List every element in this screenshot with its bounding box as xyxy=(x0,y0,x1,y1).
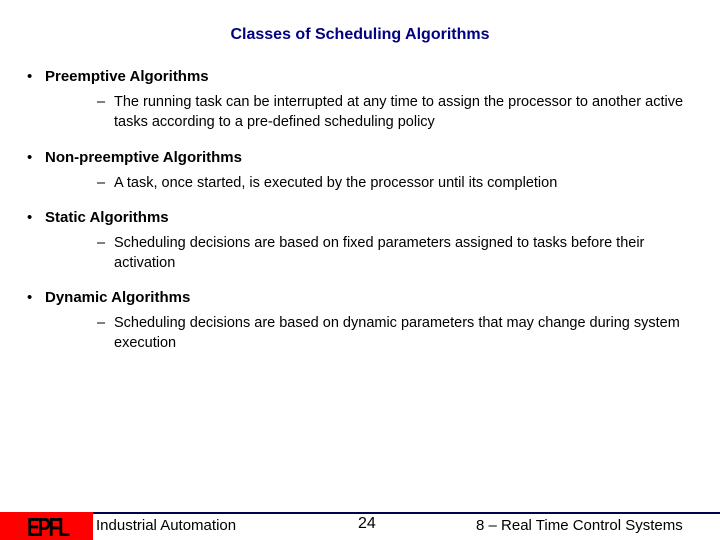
footer-chapter: 8 – Real Time Control Systems xyxy=(476,517,683,534)
dash-icon: – xyxy=(97,235,106,251)
dash-icon: – xyxy=(97,94,106,110)
sub-item: – Scheduling decisions are based on dyna… xyxy=(97,313,697,353)
sub-item: – A task, once started, is executed by t… xyxy=(97,173,707,193)
sub-item-text: Scheduling decisions are based on dynami… xyxy=(114,315,680,351)
sub-item: – Scheduling decisions are based on fixe… xyxy=(97,233,687,273)
logo-text: EPFL xyxy=(27,512,70,540)
sub-item-text: The running task can be interrupted at a… xyxy=(114,94,684,130)
dash-icon: – xyxy=(97,175,106,191)
bullet-heading: Preemptive Algorithms xyxy=(45,68,209,85)
sub-item-text: Scheduling decisions are based on fixed … xyxy=(114,235,645,271)
bullet-icon: • xyxy=(27,149,33,166)
sub-item-text: A task, once started, is executed by the… xyxy=(114,175,558,191)
footer-course: Industrial Automation xyxy=(96,517,237,534)
sub-item: – The running task can be interrupted at… xyxy=(97,92,707,132)
bullet-heading: Non-preemptive Algorithms xyxy=(45,149,242,166)
dash-icon: – xyxy=(97,315,106,331)
bullet-preemptive: • Preemptive Algorithms xyxy=(27,68,209,85)
bullet-icon: • xyxy=(27,209,33,226)
bullet-non-preemptive: • Non-preemptive Algorithms xyxy=(27,149,242,166)
bullet-heading: Static Algorithms xyxy=(45,209,169,226)
slide-title: Classes of Scheduling Algorithms xyxy=(230,26,490,43)
bullet-icon: • xyxy=(27,289,33,306)
footer-divider xyxy=(0,512,720,514)
bullet-dynamic: • Dynamic Algorithms xyxy=(27,289,190,306)
bullet-static: • Static Algorithms xyxy=(27,209,169,226)
bullet-icon: • xyxy=(27,68,33,85)
footer-page-number: 24 xyxy=(358,515,376,532)
epfl-logo: EPFL xyxy=(0,512,93,540)
bullet-heading: Dynamic Algorithms xyxy=(45,289,191,306)
